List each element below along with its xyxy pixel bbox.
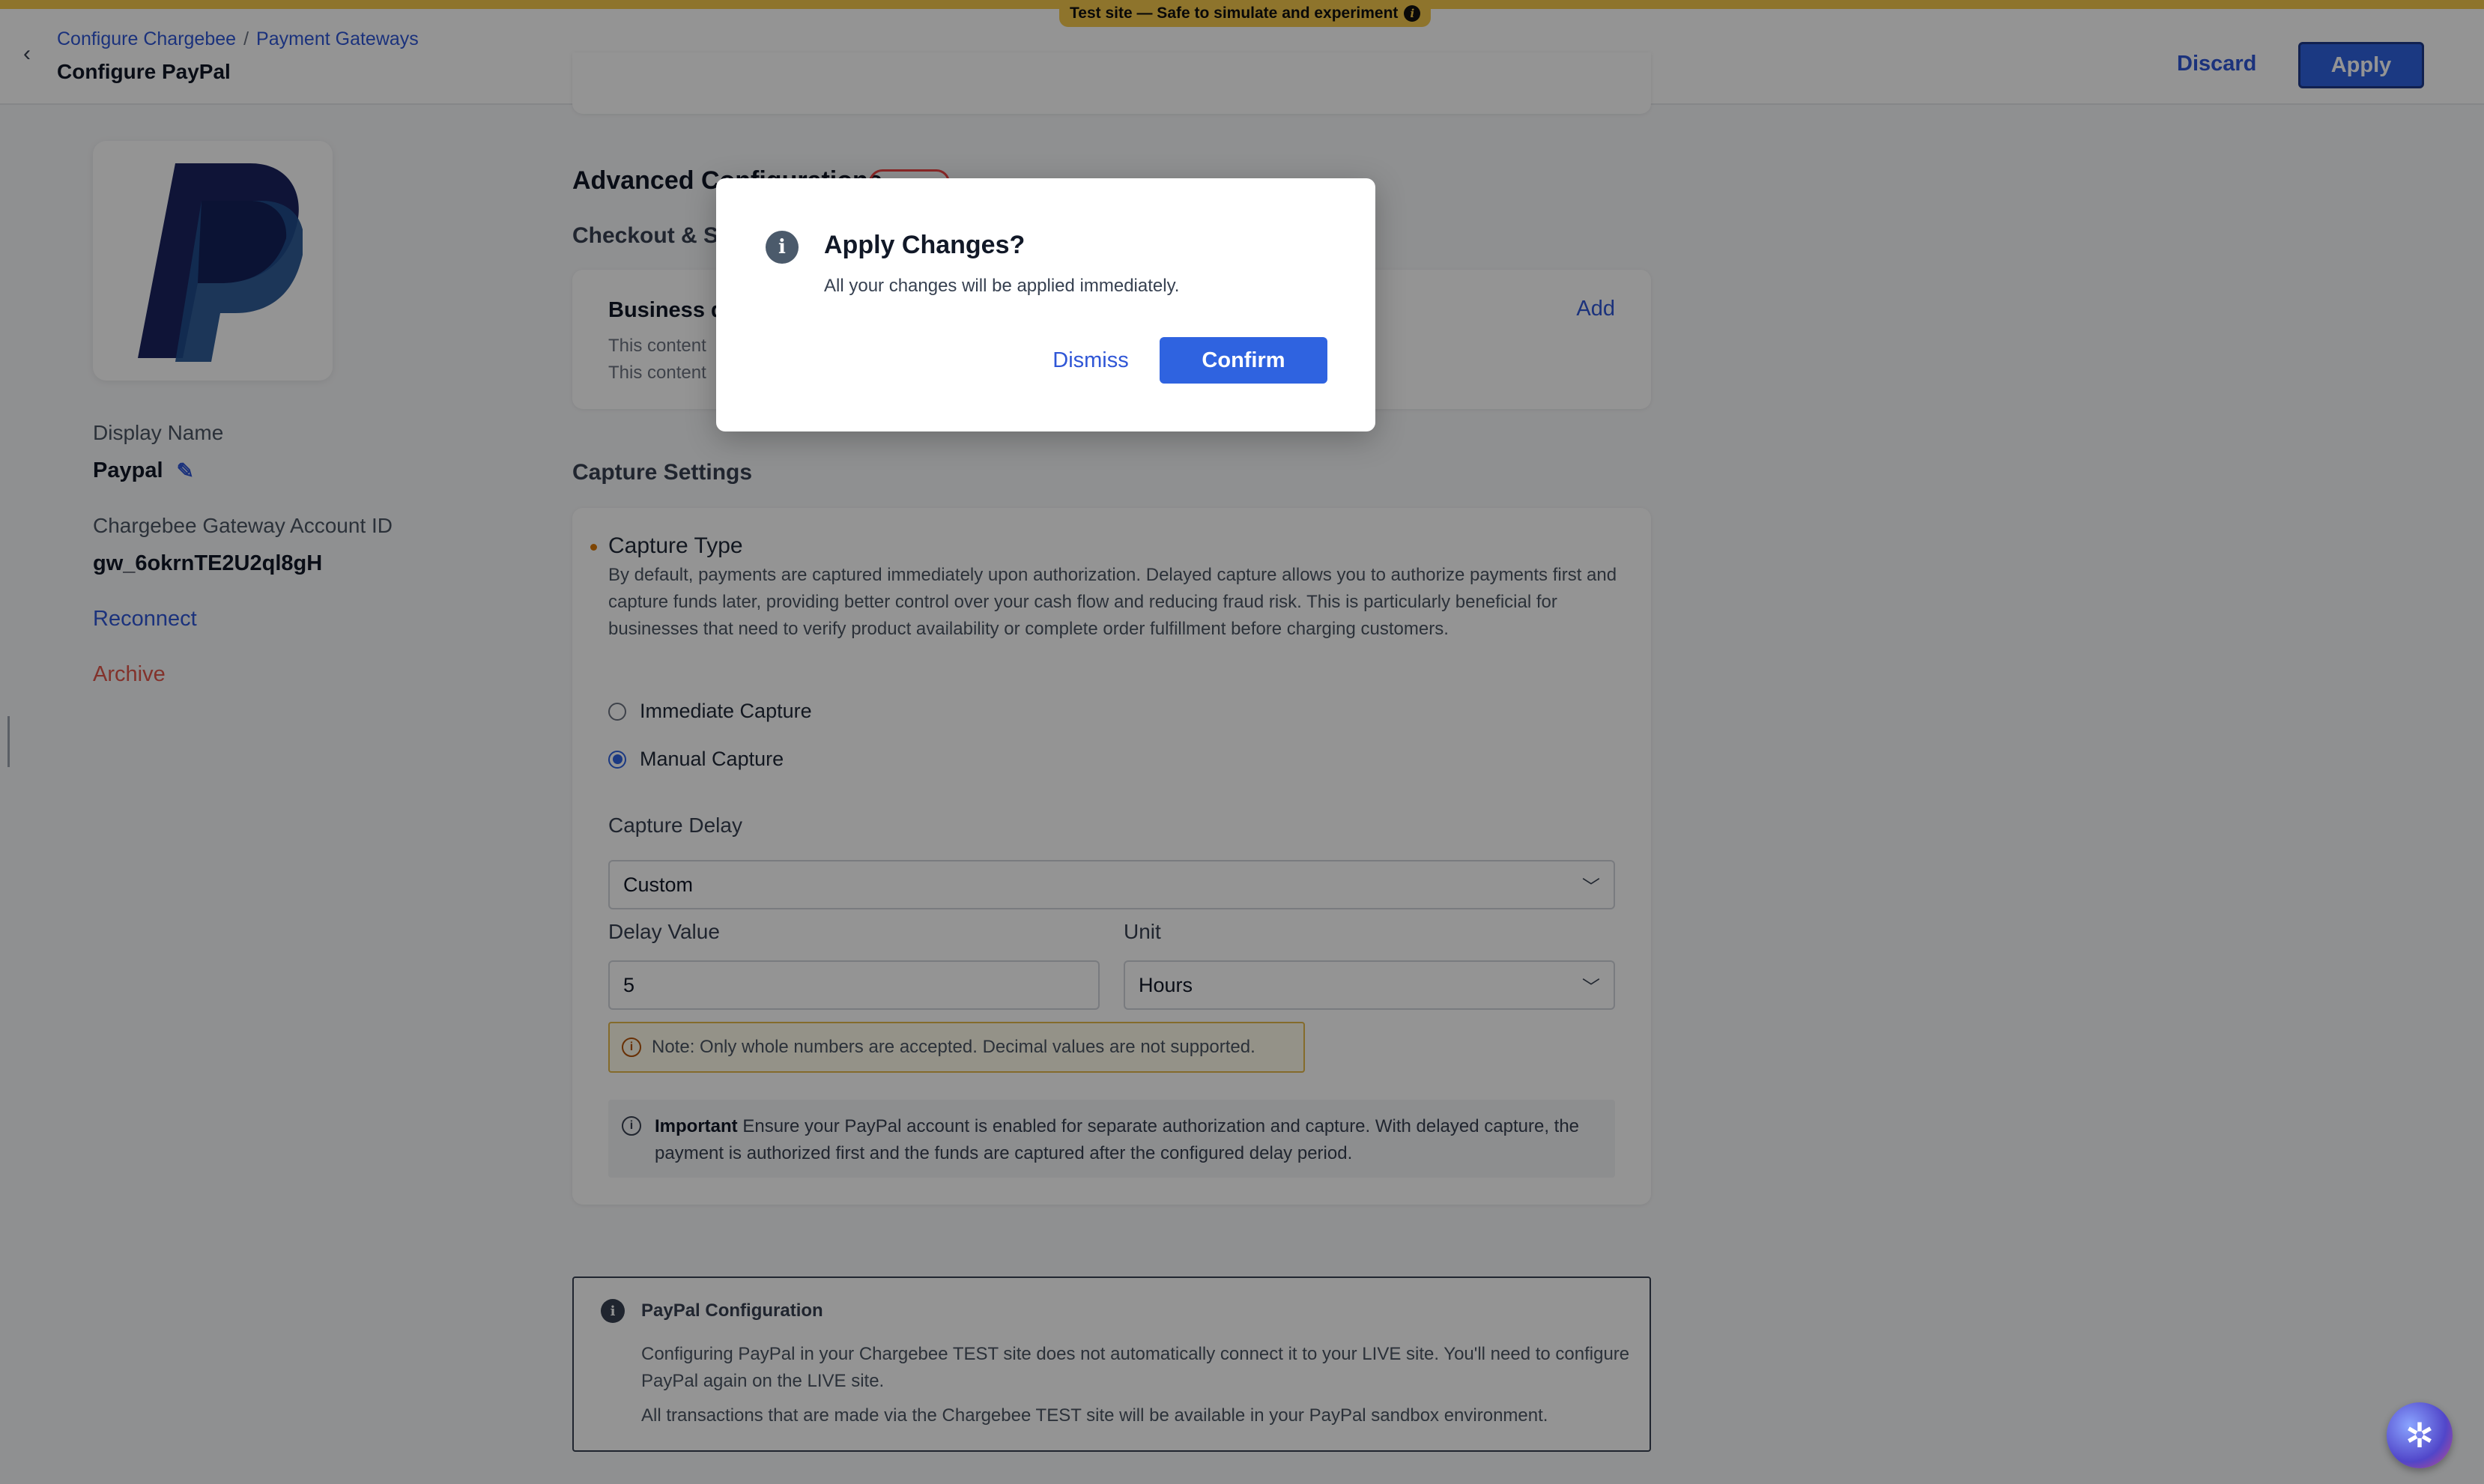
apply-changes-dialog: i Apply Changes? All your changes will b… xyxy=(716,178,1375,431)
confirm-button[interactable]: Confirm xyxy=(1160,337,1327,384)
assistant-fab-icon[interactable]: ✲ xyxy=(2387,1402,2453,1468)
dialog-title: Apply Changes? xyxy=(824,231,1026,259)
dismiss-button[interactable]: Dismiss xyxy=(1031,337,1151,384)
dialog-body: All your changes will be applied immedia… xyxy=(824,276,1180,296)
info-icon: i xyxy=(766,231,799,264)
